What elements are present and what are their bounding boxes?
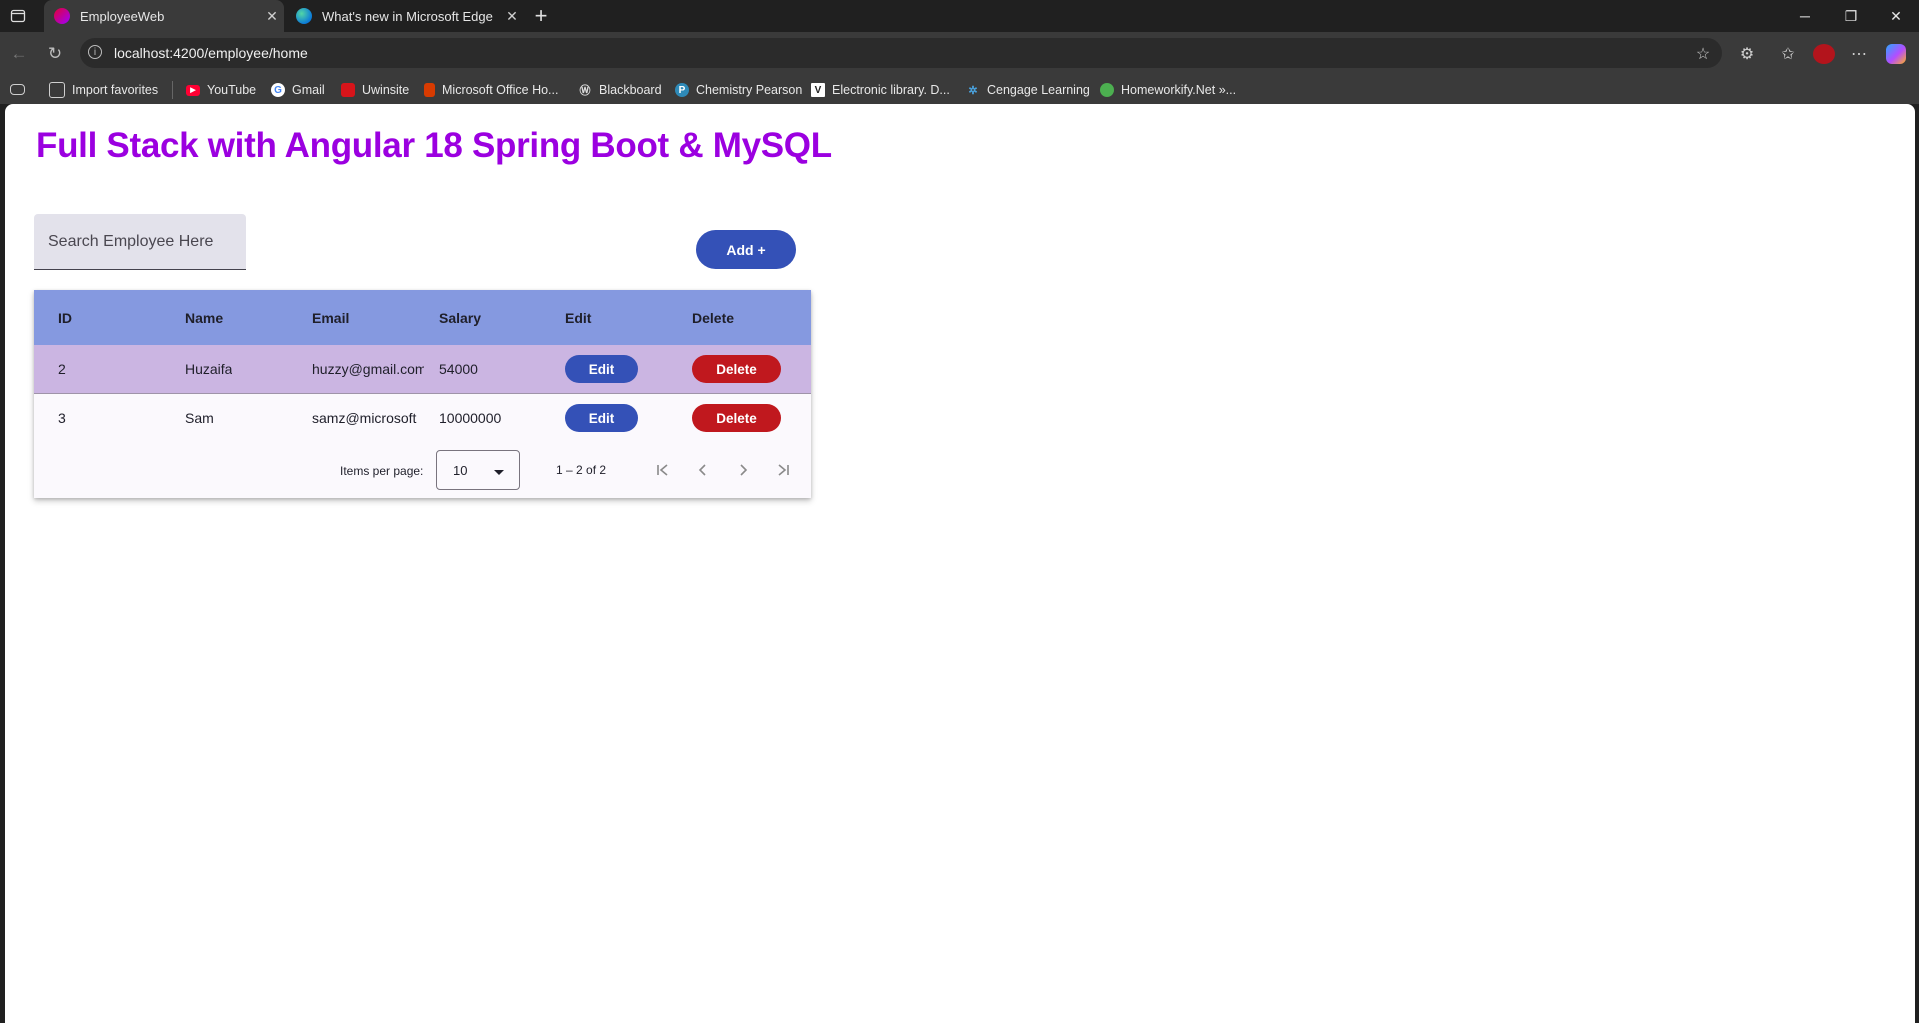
bookmark-electronic-library[interactable]: V Electronic library. D... — [811, 79, 950, 101]
search-input[interactable] — [48, 230, 238, 254]
bookmark-label: Uwinsite — [362, 83, 410, 97]
bookmark-office[interactable]: Microsoft Office Ho... — [424, 79, 558, 101]
edge-icon — [296, 8, 312, 24]
dropdown-arrow-icon — [494, 470, 504, 475]
next-page-icon[interactable] — [731, 458, 755, 482]
items-per-page-label: Items per page: — [340, 464, 424, 478]
info-icon[interactable]: i — [88, 45, 102, 59]
more-icon[interactable]: ⋯ — [1846, 41, 1872, 67]
tab-title: What's new in Microsoft Edge — [322, 8, 493, 24]
column-header-email: Email — [312, 310, 350, 326]
bookmark-cengage[interactable]: ✲ Cengage Learning — [966, 79, 1090, 101]
items-per-page-select[interactable] — [436, 450, 520, 490]
delete-button[interactable]: Delete — [692, 355, 781, 383]
column-header-salary: Salary — [439, 310, 482, 326]
bookmark-label: Homeworkify.Net »... — [1121, 83, 1237, 97]
minimize-icon[interactable]: ─ — [1782, 0, 1828, 32]
page-title: Full Stack with Angular 18 Spring Boot &… — [36, 126, 832, 165]
cell-salary: 54000 — [439, 361, 478, 377]
favorite-star-icon[interactable]: ☆ — [1690, 41, 1716, 67]
cell-name: Sam — [185, 410, 214, 426]
page-content — [5, 104, 1915, 1023]
first-page-icon[interactable] — [651, 458, 675, 482]
address-bar[interactable] — [80, 38, 1722, 68]
close-tab-icon[interactable]: ✕ — [500, 8, 524, 25]
extensions-icon[interactable]: ⚙ — [1734, 41, 1760, 67]
office-icon — [424, 83, 435, 97]
delete-button[interactable]: Delete — [692, 404, 781, 432]
column-header-id: ID — [58, 310, 72, 326]
bookmark-label: Microsoft Office Ho... — [442, 83, 559, 97]
homeworkify-icon — [1100, 83, 1114, 97]
column-header-delete: Delete — [692, 310, 735, 326]
profile-avatar[interactable] — [1813, 44, 1835, 64]
column-header-name: Name — [185, 310, 224, 326]
tab-employeeweb[interactable]: EmployeeWeb ✕ — [44, 0, 284, 32]
google-icon: G — [271, 83, 285, 97]
tab-whats-new-edge[interactable]: What's new in Microsoft Edge ✕ — [286, 0, 524, 32]
bookmark-gmail[interactable]: G Gmail — [271, 79, 325, 101]
bookmark-label: Electronic library. D... — [832, 83, 950, 97]
page-range-label: 1 – 2 of 2 — [556, 463, 607, 477]
column-header-edit: Edit — [565, 310, 592, 326]
copilot-icon[interactable] — [1886, 44, 1906, 64]
tab-actions-icon[interactable] — [10, 8, 26, 24]
cell-email: huzzy@gmail.com — [312, 361, 424, 377]
bookmark-divider — [172, 81, 173, 99]
previous-page-icon[interactable] — [691, 458, 715, 482]
bookmark-youtube[interactable]: ▶ YouTube — [186, 79, 256, 101]
collections-icon[interactable] — [10, 84, 25, 95]
bookmark-label: Blackboard — [599, 83, 662, 97]
bookmark-homeworkify[interactable]: Homeworkify.Net »... — [1100, 79, 1236, 101]
back-icon[interactable]: ← — [7, 42, 31, 66]
favorites-icon[interactable]: ✩ — [1775, 41, 1801, 67]
bookmark-label: Chemistry Pearson — [696, 83, 803, 97]
angular-icon — [54, 8, 70, 24]
add-employee-button[interactable]: Add + — [696, 230, 796, 269]
refresh-icon[interactable]: ↻ — [43, 42, 67, 66]
cengage-icon: ✲ — [968, 84, 978, 97]
new-tab-button[interactable]: + — [528, 2, 554, 30]
pearson-icon: P — [675, 83, 689, 97]
cell-name: Huzaifa — [185, 361, 233, 377]
bookmark-import-favorites[interactable]: Import favorites — [49, 79, 158, 101]
blackboard-icon: Ⓦ — [579, 85, 591, 97]
edit-button[interactable]: Edit — [565, 355, 638, 383]
close-tab-icon[interactable]: ✕ — [260, 8, 284, 25]
bookmark-label: Import favorites — [72, 83, 159, 97]
url-text[interactable]: localhost:4200/employee/home — [114, 45, 308, 61]
bookmark-uwinsite[interactable]: Uwinsite — [341, 79, 409, 101]
youtube-icon: ▶ — [186, 84, 200, 96]
cell-id: 3 — [58, 410, 66, 426]
close-window-icon[interactable]: ✕ — [1873, 0, 1919, 32]
folder-icon — [49, 82, 65, 98]
bookmark-label: Gmail — [292, 83, 325, 97]
bookmark-label: YouTube — [207, 83, 257, 97]
items-per-page-value: 10 — [453, 463, 468, 478]
bookmark-label: Cengage Learning — [987, 83, 1090, 97]
uwinsite-icon — [341, 83, 355, 97]
restore-icon[interactable]: ❐ — [1828, 0, 1874, 32]
bookmark-chemistry-pearson[interactable]: P Chemistry Pearson — [675, 79, 802, 101]
last-page-icon[interactable] — [771, 458, 795, 482]
cell-salary: 10000000 — [439, 410, 502, 426]
library-icon: V — [811, 83, 825, 97]
edit-button[interactable]: Edit — [565, 404, 638, 432]
cell-id: 2 — [58, 361, 66, 377]
bookmark-blackboard[interactable]: Ⓦ Blackboard — [578, 79, 662, 101]
tab-title: EmployeeWeb — [80, 8, 165, 24]
cell-email: samz@microsoft — [312, 410, 417, 426]
